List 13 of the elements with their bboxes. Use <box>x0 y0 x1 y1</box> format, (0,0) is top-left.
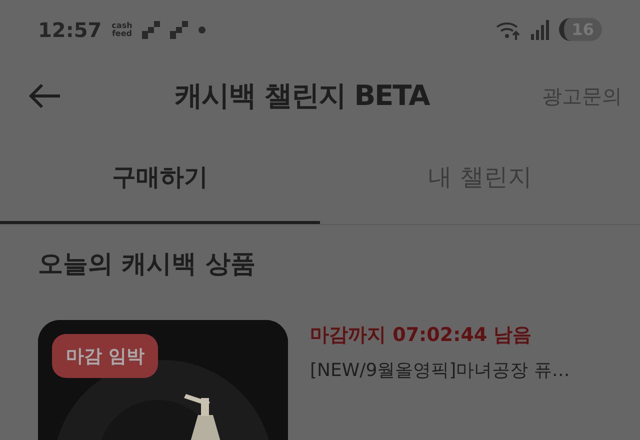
notification-icon <box>142 20 160 38</box>
notification-icon <box>170 20 188 38</box>
page-title: 캐시백 챌린지 BETA <box>174 78 431 114</box>
dot-icon <box>198 26 206 34</box>
app-logo-text: cash feed <box>112 22 132 37</box>
back-arrow-icon[interactable] <box>28 83 62 110</box>
deadline-tag: 마감 임박 <box>52 334 158 378</box>
deadline-countdown: 마감까지 07:02:44 남음 <box>310 323 533 348</box>
signal-icon <box>530 20 549 40</box>
tab[interactable]: 구매하기 <box>0 134 320 224</box>
section-title: 오늘의 캐시백 상품 <box>38 248 256 278</box>
product-name[interactable]: [NEW/9월올영픽]마녀공장 퓨… <box>310 358 570 382</box>
status-time: 12:57 <box>38 18 102 42</box>
